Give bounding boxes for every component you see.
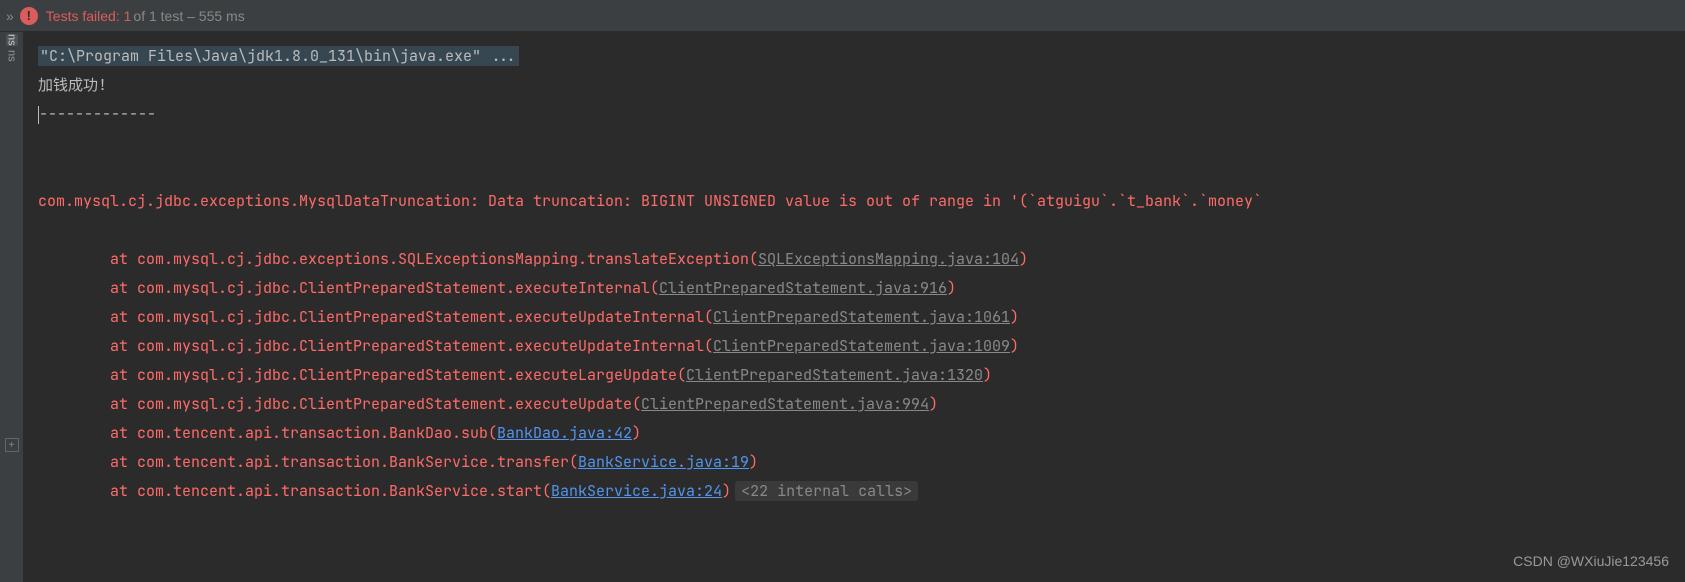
collapse-icon[interactable]: »	[6, 8, 14, 24]
source-link[interactable]: ClientPreparedStatement.java:994	[641, 394, 929, 414]
stack-suffix: )	[1019, 249, 1028, 269]
stack-frame: at com.mysql.cj.jdbc.ClientPreparedState…	[38, 307, 713, 327]
stack-frame: at com.mysql.cj.jdbc.ClientPreparedState…	[38, 336, 713, 356]
stack-suffix: )	[1010, 336, 1019, 356]
source-link[interactable]: BankService.java:24	[551, 481, 722, 501]
console-output[interactable]: "C:\Program Files\Java\jdk1.8.0_131\bin\…	[24, 32, 1685, 582]
stack-suffix: )	[632, 423, 641, 443]
test-status-header: » ! Tests failed: 1 of 1 test – 555 ms	[0, 0, 1685, 32]
command-line: "C:\Program Files\Java\jdk1.8.0_131\bin\…	[38, 46, 519, 66]
source-link[interactable]: ClientPreparedStatement.java:1009	[713, 336, 1010, 356]
stack-suffix: )	[1010, 307, 1019, 327]
watermark: CSDN @WXiuJie123456	[1513, 547, 1669, 576]
tests-count-label: of 1 test – 555 ms	[133, 8, 244, 24]
stack-suffix: )	[929, 394, 938, 414]
source-link[interactable]: ClientPreparedStatement.java:916	[659, 278, 947, 298]
stack-frame: at com.mysql.cj.jdbc.exceptions.SQLExcep…	[38, 249, 758, 269]
stack-trace: at com.mysql.cj.jdbc.exceptions.SQLExcep…	[38, 245, 1671, 506]
source-link[interactable]: BankDao.java:42	[497, 423, 632, 443]
console-body: ns ns + "C:\Program Files\Java\jdk1.8.0_…	[0, 32, 1685, 582]
stack-frame: at com.tencent.api.transaction.BankServi…	[38, 481, 551, 501]
output-line: 加钱成功!	[38, 75, 107, 95]
gutter-tab-2[interactable]: ns	[6, 50, 18, 62]
stack-frame: at com.mysql.cj.jdbc.ClientPreparedState…	[38, 394, 641, 414]
source-link[interactable]: ClientPreparedStatement.java:1320	[686, 365, 983, 385]
stack-frame: at com.mysql.cj.jdbc.ClientPreparedState…	[38, 278, 659, 298]
stack-frame: at com.mysql.cj.jdbc.ClientPreparedState…	[38, 365, 686, 385]
folded-calls[interactable]: <22 internal calls>	[735, 481, 918, 501]
tests-failed-label: Tests failed: 1	[46, 8, 132, 24]
exception-line: com.mysql.cj.jdbc.exceptions.MysqlDataTr…	[38, 191, 1262, 211]
source-link[interactable]: ClientPreparedStatement.java:1061	[713, 307, 1010, 327]
stack-frame: at com.tencent.api.transaction.BankDao.s…	[38, 423, 497, 443]
gutter: ns ns +	[0, 32, 24, 582]
fail-icon: !	[20, 7, 38, 25]
stack-suffix: )	[983, 365, 992, 385]
output-line-sep: -------------	[39, 104, 156, 124]
expand-stack-icon[interactable]: +	[5, 438, 19, 452]
source-link[interactable]: BankService.java:19	[578, 452, 749, 472]
stack-suffix: )	[749, 452, 758, 472]
stack-suffix: )	[722, 481, 731, 501]
stack-suffix: )	[947, 278, 956, 298]
stack-frame: at com.tencent.api.transaction.BankServi…	[38, 452, 578, 472]
gutter-tab-1[interactable]: ns	[6, 34, 18, 46]
source-link[interactable]: SQLExceptionsMapping.java:104	[758, 249, 1019, 269]
